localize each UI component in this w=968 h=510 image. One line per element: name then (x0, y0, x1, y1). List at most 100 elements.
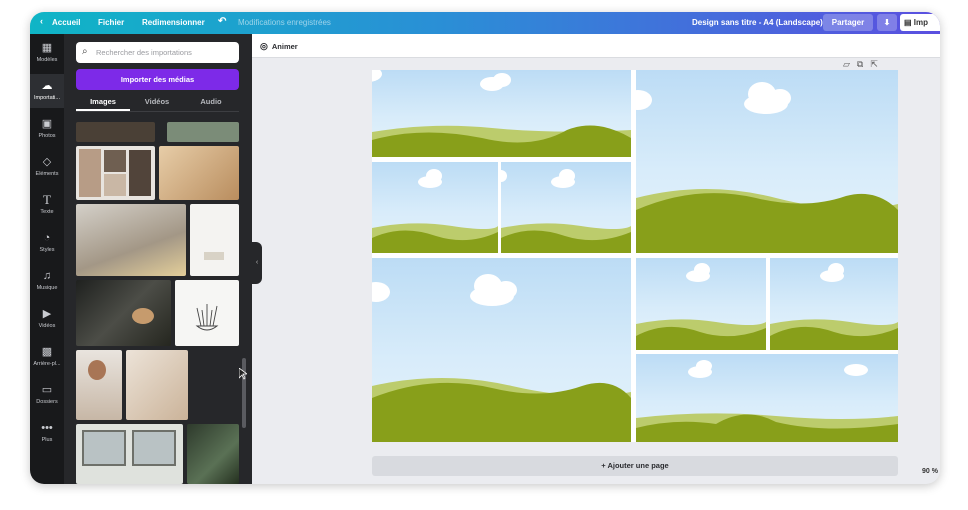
music-icon: ♫ (42, 270, 52, 282)
image-thumbnail[interactable] (190, 204, 239, 276)
print-icon: ▤ (904, 18, 914, 27)
save-status: Modifications enregistrées (238, 18, 331, 27)
sidebar-item-photos[interactable]: ▣ Photos (30, 112, 64, 146)
image-detail (82, 430, 126, 466)
photo-frame[interactable] (636, 70, 898, 253)
photo-frame[interactable] (636, 354, 898, 442)
text-icon: T (43, 192, 51, 207)
folders-icon: ▭ (41, 384, 53, 396)
back-chevron-icon[interactable]: ‹ (40, 16, 43, 26)
sidebar-item-label: Photos (38, 133, 56, 139)
resize-menu[interactable]: Redimensionner (142, 18, 205, 27)
sidebar-item-label: Modèles (36, 57, 58, 63)
tabs-divider (76, 111, 239, 112)
sidebar-item-label: Styles (39, 247, 55, 253)
sidebar-item-background[interactable]: ▩ Arrière-pl... (30, 340, 64, 374)
sidebar-item-label: Éléments (35, 171, 59, 177)
sidebar-item-elements[interactable]: ◇ Éléments (30, 150, 64, 184)
print-button[interactable]: ▤ Imp (900, 14, 940, 31)
sidebar-item-label: Arrière-pl... (33, 361, 61, 367)
tab-videos[interactable]: Vidéos (130, 95, 184, 111)
image-thumbnail[interactable] (76, 350, 122, 420)
mouse-cursor-icon (239, 368, 247, 380)
sidebar-item-label: Dossiers (36, 399, 58, 405)
undo-icon[interactable]: ↶ (218, 16, 226, 27)
image-detail (132, 308, 154, 324)
notes-icon[interactable]: ▱ (843, 59, 857, 69)
templates-icon: ▦ (41, 42, 53, 54)
sidebar-item-label: Musique (36, 285, 58, 291)
image-thumbnail[interactable] (159, 146, 239, 200)
add-page-icon[interactable]: ⇱ (870, 59, 885, 69)
document-title[interactable]: Design sans titre - A4 (Landscape) (692, 18, 823, 27)
add-page-button[interactable]: + Ajouter une page (372, 456, 898, 476)
sidebar-item-templates[interactable]: ▦ Modèles (30, 36, 64, 70)
landscape-placeholder (636, 360, 898, 442)
image-detail (132, 430, 176, 466)
sidebar-rail: ▦ Modèles ☁ Importati... ▣ Photos ◇ Élém… (30, 34, 64, 484)
sidebar-item-label: Plus (41, 437, 53, 443)
image-detail (79, 149, 101, 197)
photo-frame[interactable] (372, 162, 498, 253)
photo-frame[interactable] (372, 70, 631, 157)
image-thumbnail[interactable] (126, 350, 188, 420)
landscape-placeholder (372, 274, 631, 442)
media-tabs: Images Vidéos Audio (76, 95, 239, 111)
landscape-placeholder (636, 263, 766, 350)
sidebar-item-label: Texte (40, 209, 54, 215)
animate-icon: ◎ (260, 41, 268, 51)
animate-label: Animer (271, 42, 298, 51)
photos-icon: ▣ (41, 118, 53, 130)
landscape-placeholder (372, 70, 631, 157)
collapse-panel-handle[interactable]: ‹ (252, 242, 262, 284)
image-detail (129, 150, 151, 196)
image-thumbnail[interactable] (76, 280, 171, 346)
landscape-placeholder (636, 82, 898, 253)
sidebar-item-more[interactable]: ••• Plus (30, 416, 64, 450)
sidebar-item-folders[interactable]: ▭ Dossiers (30, 378, 64, 412)
print-label: Imp (913, 18, 929, 27)
duplicate-page-icon[interactable]: ⧉ (857, 59, 870, 69)
animate-button[interactable]: ◎ Animer (260, 41, 298, 52)
tab-images[interactable]: Images (76, 95, 130, 111)
image-thumbnail[interactable] (76, 146, 155, 200)
image-thumbnail[interactable] (76, 424, 183, 484)
landscape-placeholder (372, 169, 498, 253)
share-button[interactable]: Partager (823, 14, 873, 31)
sidebar-item-music[interactable]: ♫ Musique (30, 264, 64, 298)
app-window: ‹ Accueil Fichier Redimensionner ↶ Modif… (30, 12, 940, 484)
image-thumbnail[interactable] (167, 122, 239, 142)
page-tools: ▱⧉⇱ (843, 59, 885, 70)
sidebar-item-uploads[interactable]: ☁ Importati... (30, 74, 64, 108)
file-menu[interactable]: Fichier (98, 18, 124, 27)
tab-audio[interactable]: Audio (184, 95, 238, 111)
download-icon[interactable]: ⬇ (877, 14, 897, 31)
image-thumbnail[interactable] (76, 122, 155, 142)
zoom-level[interactable]: 90 % (922, 468, 938, 475)
sidebar-item-styles[interactable]: ◔ Styles (30, 226, 64, 260)
uploads-panel: ⌕ Importer des médias Images Vidéos Audi… (64, 34, 252, 484)
image-thumbnail[interactable] (187, 424, 239, 484)
styles-icon: ◔ (43, 232, 51, 244)
home-link[interactable]: Accueil (52, 18, 80, 27)
image-detail (104, 174, 126, 196)
photo-frame[interactable] (501, 162, 631, 253)
background-icon: ▩ (41, 346, 53, 358)
sidebar-item-text[interactable]: T Texte (30, 188, 64, 222)
image-thumbnail[interactable] (76, 204, 186, 276)
upload-icon: ☁ (41, 80, 53, 92)
search-box: ⌕ (76, 42, 239, 63)
search-input[interactable] (96, 45, 234, 60)
sidebar-item-videos[interactable]: ▶ Vidéos (30, 302, 64, 336)
elements-icon: ◇ (42, 156, 52, 168)
design-page[interactable] (372, 70, 898, 442)
photo-frame[interactable] (636, 258, 766, 350)
top-bar: ‹ Accueil Fichier Redimensionner ↶ Modif… (30, 12, 940, 34)
photo-frame[interactable] (770, 258, 898, 350)
import-media-button[interactable]: Importer des médias (76, 69, 239, 90)
plant-sketch (195, 304, 219, 331)
landscape-placeholder (770, 263, 898, 350)
image-thumbnail[interactable] (175, 280, 239, 346)
sidebar-item-label: Vidéos (38, 323, 56, 329)
photo-frame[interactable] (372, 258, 631, 442)
